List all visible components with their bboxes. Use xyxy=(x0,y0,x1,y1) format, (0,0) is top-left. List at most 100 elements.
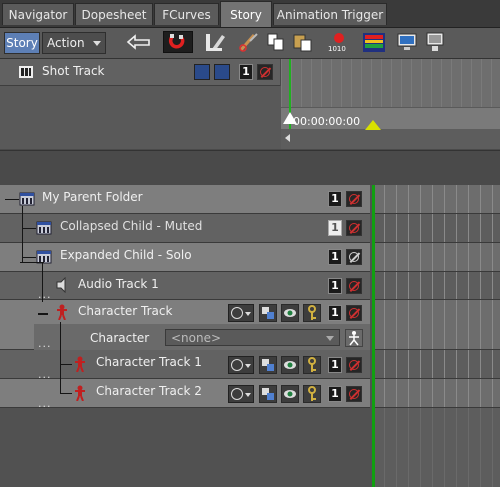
tab-navigator[interactable]: Navigator xyxy=(2,3,74,25)
camera-switch-icon[interactable] xyxy=(424,31,448,53)
timeline-row-character[interactable] xyxy=(372,300,500,350)
tab-story[interactable]: Story xyxy=(220,1,272,27)
track-mode-dropdown[interactable] xyxy=(228,385,254,403)
tree-collapse-toggle[interactable] xyxy=(38,313,48,315)
render-icon[interactable] xyxy=(362,31,386,53)
camera-view-icon[interactable] xyxy=(396,31,420,53)
tab-dopesheet[interactable]: Dopesheet xyxy=(75,3,153,25)
timeline-scrollbar[interactable] xyxy=(281,129,500,149)
key-icon[interactable] xyxy=(303,304,321,322)
current-time-readout: 00:00:00:00 xyxy=(293,115,361,128)
mute-icon[interactable] xyxy=(346,220,362,236)
timeline-row-parent[interactable] xyxy=(372,185,500,214)
action-mode-label: Action xyxy=(47,36,85,50)
shot-clip-view-alt-icon[interactable] xyxy=(214,64,230,80)
tab-fcurves[interactable]: FCurves xyxy=(154,3,219,25)
timeline-row-char2[interactable] xyxy=(372,379,500,408)
copy-icon[interactable] xyxy=(266,31,286,53)
lock-toggle[interactable]: 1 xyxy=(328,278,342,294)
track-mode-dropdown[interactable] xyxy=(228,356,254,374)
mute-icon[interactable] xyxy=(346,357,362,373)
story-mode-button[interactable]: Story xyxy=(4,32,40,54)
magnet-icon[interactable] xyxy=(163,31,193,53)
timeline-empty-area[interactable] xyxy=(372,408,500,487)
end-marker-icon[interactable] xyxy=(365,120,381,130)
playhead-marker-icon[interactable] xyxy=(283,112,297,124)
timeline-row-expanded[interactable] xyxy=(372,243,500,272)
undo-arrow-icon[interactable] xyxy=(124,31,154,53)
track-playhead[interactable] xyxy=(372,185,375,487)
timeline-row-collapsed[interactable] xyxy=(372,214,500,243)
track-audio[interactable]: Audio Track 1 1 xyxy=(0,272,370,300)
tree-line xyxy=(22,228,36,229)
blend-mode-icon[interactable] xyxy=(259,385,277,403)
mute-icon[interactable] xyxy=(346,386,362,402)
shot-track-spacer xyxy=(0,86,281,149)
shot-timeline[interactable]: 00:00:00:00 xyxy=(281,59,500,149)
ripple-edit-icon[interactable] xyxy=(202,31,228,53)
lock-toggle[interactable]: 1 xyxy=(328,357,342,373)
expand-dots[interactable]: ... xyxy=(38,337,52,350)
track-label: Audio Track 1 xyxy=(78,277,159,291)
lock-toggle[interactable]: 1 xyxy=(328,220,342,236)
mute-icon[interactable] xyxy=(346,191,362,207)
lock-toggle[interactable]: 1 xyxy=(328,249,342,265)
key-icon[interactable] xyxy=(303,385,321,403)
chevron-down-icon xyxy=(326,336,334,341)
lock-toggle[interactable]: 1 xyxy=(328,305,342,321)
lock-toggle[interactable]: 1 xyxy=(239,64,253,80)
scroll-left-arrow-icon[interactable] xyxy=(285,134,290,142)
key-icon[interactable] xyxy=(303,356,321,374)
mute-icon[interactable] xyxy=(346,278,362,294)
expand-dots[interactable]: ... xyxy=(38,368,52,381)
character-property-label: Character xyxy=(90,331,150,345)
track-label: Character Track xyxy=(78,304,173,318)
svg-text:1010: 1010 xyxy=(328,45,346,53)
tree-line xyxy=(60,364,72,365)
shot-track-label: Shot Track xyxy=(42,64,105,78)
blend-mode-icon[interactable] xyxy=(259,356,277,374)
folder-track-icon xyxy=(36,221,52,235)
action-mode-dropdown[interactable]: Action xyxy=(42,32,106,54)
track-label: My Parent Folder xyxy=(42,190,143,204)
track-character[interactable]: Character Track 1 Character <none> xyxy=(0,300,370,350)
mute-icon[interactable] xyxy=(257,64,273,80)
shot-track-row[interactable]: Shot Track 1 xyxy=(0,59,280,86)
track-parent-folder[interactable]: My Parent Folder 1 xyxy=(0,185,370,214)
track-expanded-child[interactable]: Expanded Child - Solo 1 xyxy=(0,243,370,272)
panel-separator xyxy=(0,150,500,185)
razor-icon[interactable] xyxy=(238,31,260,53)
tree-line xyxy=(22,257,36,258)
folder-track-icon xyxy=(19,192,35,206)
timeline-grid xyxy=(281,59,500,107)
lock-toggle[interactable]: 1 xyxy=(328,386,342,402)
expand-dots[interactable]: ... xyxy=(38,288,52,301)
eye-icon[interactable] xyxy=(281,385,299,403)
eye-icon[interactable] xyxy=(281,356,299,374)
blend-mode-icon[interactable] xyxy=(259,304,277,322)
tree-line xyxy=(60,393,72,394)
timeline-row-char1[interactable] xyxy=(372,350,500,379)
paste-icon[interactable] xyxy=(292,31,314,53)
track-mode-dropdown[interactable] xyxy=(228,304,254,322)
tab-bar: Navigator Dopesheet FCurves Story Animat… xyxy=(0,0,500,28)
track-label: Character Track 1 xyxy=(96,355,202,369)
eye-icon[interactable] xyxy=(281,304,299,322)
mute-icon[interactable] xyxy=(346,305,362,321)
tab-animation-trigger[interactable]: Animation Trigger xyxy=(273,3,387,25)
track-character-1[interactable]: Character Track 1 1 xyxy=(0,350,370,379)
track-label: Collapsed Child - Muted xyxy=(60,219,203,233)
tree-line xyxy=(5,199,19,200)
character-icon xyxy=(57,304,67,320)
track-label: Expanded Child - Solo xyxy=(60,248,192,262)
shot-clip-view-icon[interactable] xyxy=(194,64,210,80)
track-character-2[interactable]: Character Track 2 1 xyxy=(0,379,370,408)
track-collapsed-child[interactable]: Collapsed Child - Muted 1 xyxy=(0,214,370,243)
record-icon[interactable]: 1010 xyxy=(326,31,352,53)
character-select[interactable]: <none> xyxy=(165,329,340,346)
lock-toggle[interactable]: 1 xyxy=(328,191,342,207)
solo-mute-icon[interactable] xyxy=(346,249,362,265)
expand-dots[interactable]: ... xyxy=(38,397,52,410)
timeline-row-audio[interactable] xyxy=(372,272,500,300)
character-picker-icon[interactable] xyxy=(345,329,363,347)
